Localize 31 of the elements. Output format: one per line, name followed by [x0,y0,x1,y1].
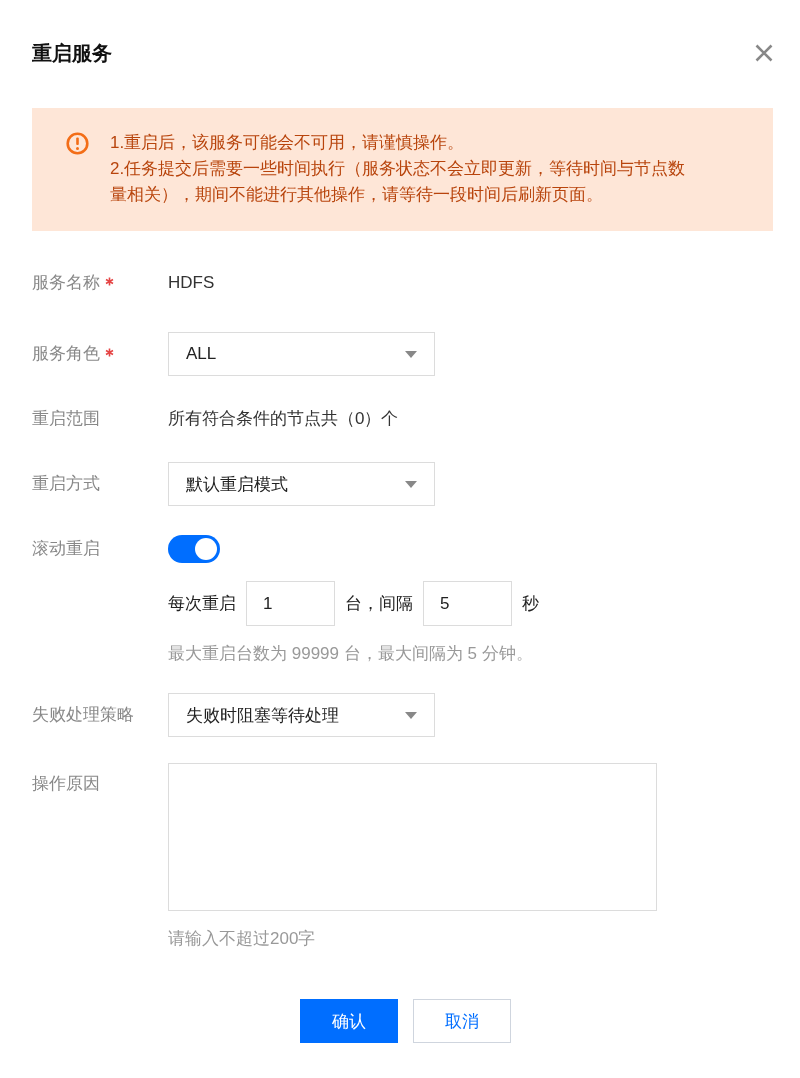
field-value: 所有符合条件的节点共（0）个 [168,408,399,430]
inline-text: 每次重启 [168,592,236,615]
field-label: 失败处理策略 [32,704,134,726]
field-label: 操作原因 [32,773,100,795]
field-label: 服务名称 [32,272,100,294]
inline-text: 秒 [522,592,539,615]
caret-down-icon [405,480,417,488]
field-label: 滚动重启 [32,538,100,560]
caret-down-icon [405,711,417,719]
close-button[interactable] [755,44,773,62]
field-label: 服务角色 [32,343,100,365]
hint-text: 请输入不超过200字 [168,928,316,950]
confirm-button[interactable]: 确认 [299,999,398,1043]
caret-down-icon [405,350,417,358]
field-value: HDFS [168,272,215,294]
dropdown-select[interactable]: ALL [168,332,435,376]
warning-icon [66,132,89,155]
inline-text: 台，间隔 [345,592,413,615]
alert-text: 1.重启后，该服务可能会不可用，请谨慎操作。 [110,132,466,154]
dialog-title: 重启服务 [32,41,112,66]
field-label: 重启范围 [32,408,100,430]
alert-text: 2.任务提交后需要一些时间执行（服务状态不会立即更新，等待时间与节点数量相关），期间不能进行其他操作，请等待一段时间后刷新页面。 [110,158,687,206]
close-icon [755,44,773,62]
number-input[interactable]: 1 [246,581,335,626]
dropdown-select[interactable]: 默认重启模式 [168,462,435,506]
hint-text: 最大重启台数为 99999 台，最大间隔为 5 分钟。 [168,643,533,665]
number-input[interactable]: 5 [423,581,512,626]
toggle-switch[interactable] [168,535,220,563]
cancel-button[interactable]: 取消 [412,999,511,1043]
field-label: 重启方式 [32,473,100,495]
dropdown-select[interactable]: 失败时阻塞等待处理 [168,693,435,737]
